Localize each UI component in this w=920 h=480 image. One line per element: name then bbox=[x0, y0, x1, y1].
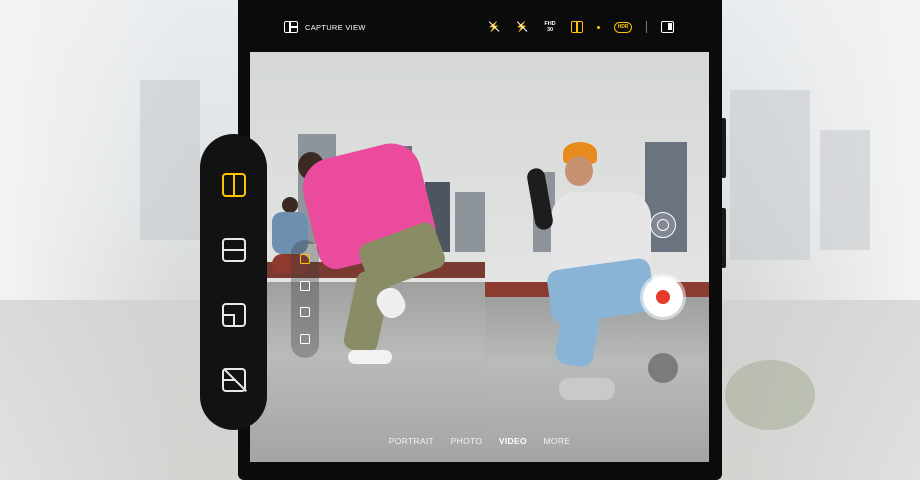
picture-in-picture-off-icon[interactable] bbox=[221, 367, 246, 392]
divider bbox=[646, 21, 647, 33]
flash-off-icon[interactable] bbox=[487, 20, 501, 34]
mode-more[interactable]: MORE bbox=[544, 436, 571, 446]
camera-topbar: CAPTURE VIEW FHD 30 HDR bbox=[238, 0, 722, 52]
split-horizontal-icon[interactable] bbox=[221, 237, 246, 262]
viewfinder-left-half bbox=[250, 52, 485, 462]
top-settings-icons: FHD 30 HDR bbox=[487, 20, 674, 34]
pip-off-mini-icon[interactable] bbox=[300, 333, 310, 344]
side-button bbox=[722, 118, 726, 178]
hdr-icon[interactable]: HDR bbox=[614, 21, 632, 33]
motion-off-icon[interactable] bbox=[515, 20, 529, 34]
panel-icon[interactable] bbox=[661, 21, 674, 33]
split-vertical-mini-icon[interactable] bbox=[300, 254, 310, 265]
switch-camera-button[interactable] bbox=[650, 212, 676, 238]
capture-view-label: CAPTURE VIEW bbox=[305, 22, 366, 32]
split-horizontal-mini-icon[interactable] bbox=[300, 280, 310, 291]
person-head bbox=[282, 197, 298, 213]
indicator-dot-icon bbox=[597, 25, 600, 29]
fhd-icon[interactable]: FHD 30 bbox=[543, 20, 557, 34]
sneaker bbox=[559, 378, 615, 400]
background-building bbox=[140, 80, 200, 240]
mini-layout-bar bbox=[291, 240, 319, 358]
mode-photo[interactable]: PHOTO bbox=[451, 436, 483, 446]
split-view-icon[interactable] bbox=[571, 21, 583, 33]
fps-label: 30 bbox=[546, 27, 554, 33]
background-building bbox=[820, 130, 870, 250]
pip-mini-icon[interactable] bbox=[300, 307, 310, 318]
viewfinder-right-half bbox=[485, 52, 709, 462]
building bbox=[455, 192, 485, 252]
gallery-thumbnail-button[interactable] bbox=[648, 353, 678, 383]
side-button bbox=[722, 208, 726, 268]
capture-view-button[interactable]: CAPTURE VIEW bbox=[284, 21, 366, 33]
sneaker bbox=[348, 350, 392, 364]
split-vertical-icon[interactable] bbox=[221, 172, 246, 197]
phone-device: CAPTURE VIEW FHD 30 HDR bbox=[238, 0, 726, 480]
hdr-label: HDR bbox=[617, 24, 629, 30]
background-tree bbox=[725, 360, 815, 430]
mode-portrait[interactable]: PORTRAIT bbox=[389, 436, 434, 446]
layout-selector-panel bbox=[200, 134, 267, 430]
mode-video[interactable]: VIDEO bbox=[499, 436, 527, 446]
picture-in-picture-icon[interactable] bbox=[221, 302, 246, 327]
background-building bbox=[730, 90, 810, 260]
capture-view-icon bbox=[284, 21, 298, 33]
camera-viewfinder[interactable]: PORTRAIT PHOTO VIDEO MORE bbox=[250, 52, 709, 462]
person-face bbox=[565, 156, 593, 186]
record-button[interactable] bbox=[643, 277, 683, 317]
mode-selector: PORTRAIT PHOTO VIDEO MORE bbox=[250, 436, 709, 446]
